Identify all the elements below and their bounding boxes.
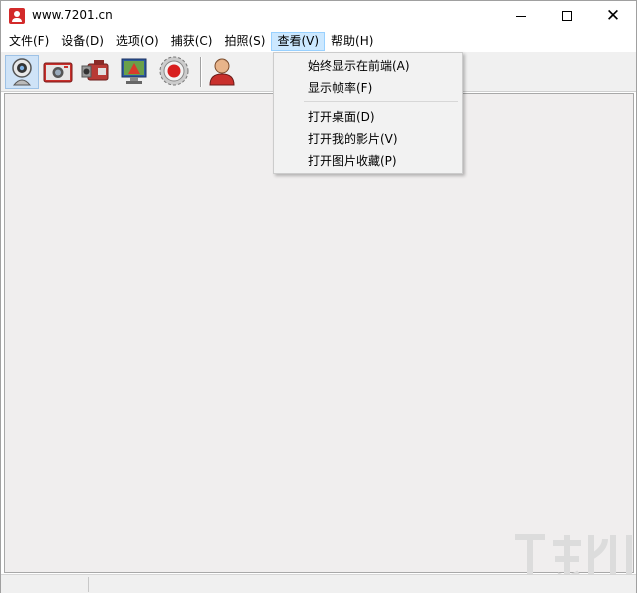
title-bar[interactable]: www.7201.cn ✕: [1, 1, 636, 31]
camera-icon: [43, 62, 73, 83]
app-window: www.7201.cn ✕ 文件(F) 设备(D) 选项(O) 捕获(C) 拍照…: [0, 0, 637, 593]
close-icon: ✕: [605, 5, 621, 26]
menu-item-show-framerate[interactable]: 显示帧率(F): [274, 77, 462, 99]
camera-button[interactable]: [42, 55, 76, 89]
menu-file[interactable]: 文件(F): [3, 32, 55, 51]
screen-capture-button[interactable]: [118, 55, 152, 89]
webcam-icon: [12, 58, 32, 86]
menu-item-open-my-videos[interactable]: 打开我的影片(V): [274, 128, 462, 150]
menu-view[interactable]: 查看(V): [271, 32, 326, 51]
minimize-icon: [516, 15, 526, 17]
maximize-icon: [562, 11, 572, 21]
view-menu-dropdown: 始终显示在前端(A) 显示帧率(F) 打开桌面(D) 打开我的影片(V) 打开图…: [273, 52, 463, 174]
user-button[interactable]: [206, 55, 240, 89]
menu-device[interactable]: 设备(D): [55, 32, 110, 51]
camcorder-icon: [81, 60, 109, 81]
menu-item-open-pictures[interactable]: 打开图片收藏(P): [274, 150, 462, 172]
user-icon: [209, 58, 235, 86]
maximize-button[interactable]: [544, 1, 590, 31]
monitor-icon: [121, 58, 147, 84]
record-icon: [159, 56, 189, 86]
close-button[interactable]: ✕: [590, 1, 636, 31]
status-pane-left: [3, 577, 89, 592]
menu-item-open-desktop[interactable]: 打开桌面(D): [274, 106, 462, 128]
minimize-button[interactable]: [498, 1, 544, 31]
app-logo-icon: [9, 8, 25, 24]
menu-capture[interactable]: 捕获(C): [165, 32, 219, 51]
menu-separator: [304, 101, 458, 102]
menu-help[interactable]: 帮助(H): [325, 32, 379, 51]
toolbar-separator: [200, 57, 202, 87]
record-button[interactable]: [158, 55, 192, 89]
window-title: www.7201.cn: [32, 8, 113, 22]
camcorder-button[interactable]: [80, 55, 114, 89]
menu-options[interactable]: 选项(O): [110, 32, 165, 51]
menu-bar: 文件(F) 设备(D) 选项(O) 捕获(C) 拍照(S) 查看(V) 帮助(H…: [1, 31, 636, 52]
status-bar: [1, 574, 636, 593]
menu-snapshot[interactable]: 拍照(S): [218, 32, 271, 51]
menu-item-always-on-top[interactable]: 始终显示在前端(A): [274, 55, 462, 77]
webcam-button[interactable]: [5, 55, 39, 89]
